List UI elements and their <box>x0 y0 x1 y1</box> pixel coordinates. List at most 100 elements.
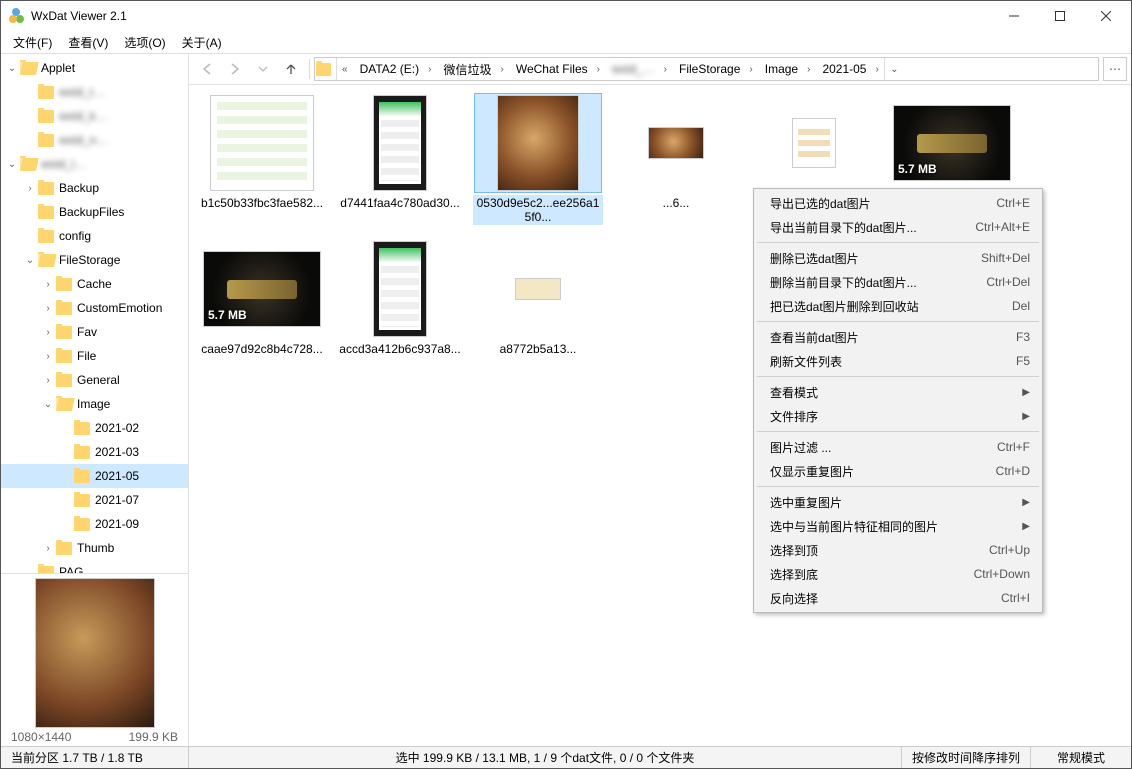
tree-item-label: FileStorage <box>59 253 120 267</box>
tree-item[interactable]: 2021-03 <box>1 440 188 464</box>
breadcrumb[interactable]: «DATA2 (E:)›微信垃圾›WeChat Files›wxid_…›Fil… <box>314 57 1099 81</box>
tree-item[interactable]: 2021-09 <box>1 512 188 536</box>
context-menu-item[interactable]: 选择到顶Ctrl+Up <box>756 538 1040 562</box>
tree-item[interactable]: config <box>1 224 188 248</box>
chevron-right-icon: ▶ <box>1022 497 1030 508</box>
context-menu-item[interactable]: 图片过滤 ...Ctrl+F <box>756 435 1040 459</box>
chevron-down-icon[interactable]: ⌄ <box>5 61 19 75</box>
chevron-down-icon[interactable]: ⌄ <box>5 157 19 171</box>
status-mode: 常规模式 <box>1031 747 1131 768</box>
tree-item[interactable]: ›General <box>1 368 188 392</box>
context-menu-item[interactable]: 选中重复图片▶ <box>756 490 1040 514</box>
breadcrumb-item[interactable]: 微信垃圾 <box>436 58 495 80</box>
breadcrumb-item[interactable]: wxid_… <box>605 58 659 80</box>
tree-item[interactable]: 2021-02 <box>1 416 188 440</box>
tree-item[interactable]: ›Cache <box>1 272 188 296</box>
file-thumb[interactable]: 5.7 MBcaae97d92c8b4c728... <box>193 237 331 359</box>
context-menu-item[interactable]: 删除当前目录下的dat图片...Ctrl+Del <box>756 270 1040 294</box>
nav-recent-button[interactable] <box>251 57 275 81</box>
file-thumb[interactable]: d7441faa4c780ad30... <box>331 91 469 227</box>
status-sort: 按修改时间降序排列 <box>902 747 1031 768</box>
chevron-right-icon[interactable]: › <box>41 541 55 555</box>
breadcrumb-overflow[interactable]: « <box>337 58 353 80</box>
file-thumb[interactable]: 0530d9e5c2...ee256a15f0... <box>469 91 607 227</box>
context-menu-item[interactable]: 导出已选的dat图片Ctrl+E <box>756 191 1040 215</box>
context-menu-item[interactable]: 仅显示重复图片Ctrl+D <box>756 459 1040 483</box>
breadcrumb-item[interactable]: Image <box>758 58 802 80</box>
nav-forward-button[interactable] <box>223 57 247 81</box>
chevron-right-icon[interactable]: › <box>41 349 55 363</box>
tree-item[interactable]: ›Thumb <box>1 536 188 560</box>
file-thumb[interactable]: ...6... <box>607 91 745 227</box>
context-menu-item[interactable]: 选择到底Ctrl+Down <box>756 562 1040 586</box>
context-menu-item[interactable]: 把已选dat图片删除到回收站Del <box>756 294 1040 318</box>
breadcrumb-item[interactable]: WeChat Files <box>509 58 592 80</box>
context-menu-item[interactable]: 查看当前dat图片F3 <box>756 325 1040 349</box>
breadcrumb-dropdown[interactable]: ⌄ <box>884 58 904 80</box>
tree-item[interactable]: ⌄Image <box>1 392 188 416</box>
chevron-right-icon[interactable]: › <box>41 325 55 339</box>
minimize-button[interactable] <box>991 1 1037 31</box>
context-menu-item[interactable]: 删除已选dat图片Shift+Del <box>756 246 1040 270</box>
nav-up-button[interactable] <box>279 57 303 81</box>
menu-view[interactable]: 查看(V) <box>60 32 116 53</box>
chevron-right-icon[interactable]: › <box>41 301 55 315</box>
context-menu-item[interactable]: 文件排序▶ <box>756 404 1040 428</box>
folder-tree[interactable]: ⌄Appletwxid_t…wxid_k…wxid_n…⌄wxid_l…›Bac… <box>1 54 188 573</box>
maximize-button[interactable] <box>1037 1 1083 31</box>
thumb-image <box>792 118 836 168</box>
menu-file[interactable]: 文件(F) <box>5 32 60 53</box>
menu-options[interactable]: 选项(O) <box>116 32 173 53</box>
tree-item[interactable]: ›CustomEmotion <box>1 296 188 320</box>
context-menu-accel: Ctrl+Down <box>974 567 1030 581</box>
chevron-right-icon[interactable]: › <box>744 58 757 80</box>
chevron-right-icon[interactable]: › <box>41 373 55 387</box>
tree-item[interactable]: PAG <box>1 560 188 573</box>
folder-icon <box>74 422 90 435</box>
nav-back-button[interactable] <box>195 57 219 81</box>
menu-about[interactable]: 关于(A) <box>174 32 230 53</box>
tree-item[interactable]: wxid_k… <box>1 104 188 128</box>
breadcrumb-item[interactable]: 2021-05 <box>815 58 870 80</box>
chevron-right-icon[interactable]: › <box>495 58 508 80</box>
file-grid[interactable]: b1c50b33fbc3fae582...d7441faa4c780ad30..… <box>189 85 1131 746</box>
chevron-right-icon[interactable]: › <box>870 58 883 80</box>
chevron-down-icon[interactable]: ⌄ <box>23 253 37 267</box>
chevron-right-icon[interactable]: › <box>659 58 672 80</box>
tree-item[interactable]: wxid_t… <box>1 80 188 104</box>
context-menu-item[interactable]: 刷新文件列表F5 <box>756 349 1040 373</box>
context-menu-item[interactable]: 选中与当前图片特征相同的图片▶ <box>756 514 1040 538</box>
context-menu-item[interactable]: 查看模式▶ <box>756 380 1040 404</box>
tree-item[interactable]: 2021-07 <box>1 488 188 512</box>
chevron-right-icon[interactable]: › <box>23 181 37 195</box>
folder-icon <box>20 158 36 171</box>
tree-item[interactable]: ›Fav <box>1 320 188 344</box>
tree-item[interactable]: ⌄Applet <box>1 56 188 80</box>
tree-item-label: PAG <box>59 565 83 573</box>
breadcrumb-root[interactable] <box>315 58 337 80</box>
breadcrumb-more-button[interactable]: ⋯ <box>1103 57 1127 81</box>
breadcrumb-item[interactable]: FileStorage <box>672 58 744 80</box>
chevron-right-icon[interactable]: › <box>423 58 436 80</box>
tree-item[interactable]: BackupFiles <box>1 200 188 224</box>
tree-item[interactable]: ⌄wxid_l… <box>1 152 188 176</box>
breadcrumb-item[interactable]: DATA2 (E:) <box>353 58 424 80</box>
close-button[interactable] <box>1083 1 1129 31</box>
tree-item[interactable]: wxid_n… <box>1 128 188 152</box>
thumb-filename: 0530d9e5c2...ee256a15f0... <box>473 195 603 225</box>
chevron-right-icon[interactable]: › <box>592 58 605 80</box>
tree-item[interactable]: ⌄ FileStorage <box>1 248 188 272</box>
tree-item[interactable]: 2021-05 <box>1 464 188 488</box>
file-thumb[interactable]: b1c50b33fbc3fae582... <box>193 91 331 227</box>
chevron-right-icon[interactable]: › <box>41 277 55 291</box>
context-menu-label: 选中与当前图片特征相同的图片 <box>770 518 1022 535</box>
chevron-right-icon[interactable]: › <box>802 58 815 80</box>
chevron-down-icon[interactable]: ⌄ <box>41 397 55 411</box>
context-menu-item[interactable]: 导出当前目录下的dat图片...Ctrl+Alt+E <box>756 215 1040 239</box>
tree-item[interactable]: ›File <box>1 344 188 368</box>
file-thumb[interactable]: a8772b5a13... <box>469 237 607 359</box>
tree-item[interactable]: ›Backup <box>1 176 188 200</box>
file-thumb[interactable]: accd3a412b6c937a8... <box>331 237 469 359</box>
context-menu-item[interactable]: 反向选择Ctrl+I <box>756 586 1040 610</box>
preview-size: 199.9 KB <box>129 730 178 744</box>
